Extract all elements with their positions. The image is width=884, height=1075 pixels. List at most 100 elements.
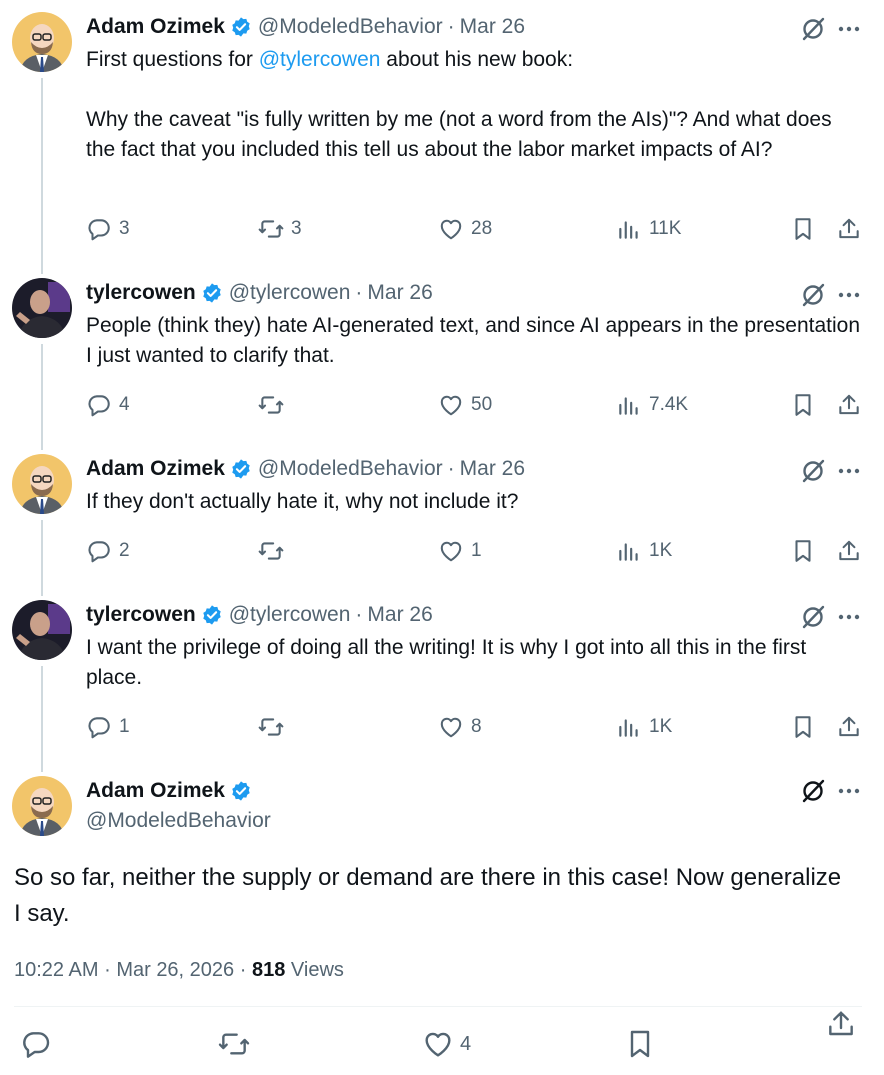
bookmark-button[interactable] <box>790 712 816 742</box>
grok-icon[interactable] <box>800 604 826 630</box>
views-count: 7.4K <box>649 394 689 415</box>
author-handle[interactable]: @ModeledBehavior <box>86 806 271 836</box>
views-count: 818 <box>251 959 286 981</box>
thread-post[interactable]: tylercowen @tylercowen · Mar 26 I want t… <box>0 588 884 764</box>
like-button[interactable]: 8 <box>438 712 482 742</box>
bookmark-button[interactable] <box>790 390 816 420</box>
author-handle[interactable]: @tylercowen <box>229 603 351 627</box>
avatar[interactable] <box>12 278 72 338</box>
bookmark-button[interactable] <box>624 1028 656 1060</box>
views-label: Views <box>290 959 344 981</box>
repost-button[interactable] <box>258 712 291 742</box>
post-time[interactable]: 10:22 AM <box>14 959 99 981</box>
reply-button[interactable]: 1 <box>86 712 130 742</box>
reply-button[interactable]: 4 <box>86 390 130 420</box>
share-button[interactable] <box>836 214 862 244</box>
repost-button[interactable] <box>218 1028 250 1060</box>
avatar[interactable] <box>12 12 72 72</box>
repost-button[interactable]: 3 <box>258 214 302 244</box>
post-actions: 2 1 1K <box>86 536 862 566</box>
author-handle[interactable]: @ModeledBehavior <box>258 15 443 39</box>
separator-dot: · <box>355 281 363 304</box>
bookmark-icon <box>795 540 811 562</box>
reply-button[interactable]: 3 <box>86 214 130 244</box>
reply-button[interactable] <box>20 1028 52 1060</box>
like-button[interactable]: 50 <box>438 390 492 420</box>
views-icon <box>619 543 638 561</box>
post-date[interactable]: Mar 26 <box>460 15 525 39</box>
grok-icon[interactable] <box>800 16 826 42</box>
like-button[interactable]: 28 <box>438 214 492 244</box>
like-button[interactable]: 4 <box>422 1028 471 1060</box>
avatar[interactable] <box>12 600 72 660</box>
repost-icon <box>258 396 284 414</box>
more-icon[interactable] <box>836 604 862 630</box>
author-handle[interactable]: @tylercowen <box>229 281 351 305</box>
repost-button[interactable] <box>258 536 291 566</box>
share-button[interactable] <box>836 390 862 420</box>
views-button[interactable]: 7.4K <box>616 390 688 420</box>
views-button[interactable]: 1K <box>616 536 672 566</box>
more-icon[interactable] <box>836 282 862 308</box>
share-button[interactable] <box>825 1008 857 1040</box>
thread-post[interactable]: tylercowen @tylercowen · Mar 26 People (… <box>0 266 884 442</box>
avatar[interactable] <box>12 454 72 514</box>
repost-button[interactable] <box>258 390 291 420</box>
post-header: tylercowen @tylercowen · Mar 26 <box>86 600 433 630</box>
bookmark-button[interactable] <box>790 536 816 566</box>
grok-icon[interactable] <box>800 282 826 308</box>
bookmark-button[interactable] <box>790 214 816 244</box>
post-header: Adam Ozimek @ModeledBehavior · Mar 26 <box>86 12 525 42</box>
post-actions: 3 3 28 11K <box>86 214 862 244</box>
avatar[interactable] <box>12 776 72 836</box>
post-header: tylercowen @tylercowen · Mar 26 <box>86 278 433 308</box>
verified-badge-icon <box>232 459 250 479</box>
like-button[interactable]: 1 <box>438 536 482 566</box>
post-date[interactable]: Mar 26 <box>367 281 432 305</box>
grok-icon[interactable] <box>800 778 826 804</box>
grok-icon[interactable] <box>800 458 826 484</box>
author-name[interactable]: tylercowen <box>86 603 196 627</box>
views-count: 11K <box>649 218 682 239</box>
reply-count: 1 <box>119 716 130 737</box>
like-count: 50 <box>471 394 493 415</box>
post-text: I want the privilege of doing all the wr… <box>86 636 807 689</box>
post-full-date[interactable]: Mar 26, 2026 <box>116 959 234 981</box>
post-date[interactable]: Mar 26 <box>460 457 525 481</box>
reply-button[interactable]: 2 <box>86 536 130 566</box>
author-name[interactable]: tylercowen <box>86 281 196 305</box>
thread-post[interactable]: Adam Ozimek @ModeledBehavior · Mar 26 Fi… <box>0 0 884 266</box>
post-date[interactable]: Mar 26 <box>367 603 432 627</box>
like-count: 28 <box>471 218 493 239</box>
author-name[interactable]: Adam Ozimek <box>86 15 225 39</box>
views-count: 1K <box>649 716 673 737</box>
share-button[interactable] <box>836 712 862 742</box>
more-icon[interactable] <box>836 778 862 804</box>
repost-icon <box>218 1033 250 1055</box>
author-name[interactable]: Adam Ozimek <box>86 457 225 481</box>
like-icon <box>425 1032 451 1057</box>
bookmark-icon <box>795 218 811 240</box>
like-icon <box>440 717 462 738</box>
mention-link[interactable]: @tylercowen <box>259 48 381 71</box>
more-icon[interactable] <box>836 16 862 42</box>
more-icon[interactable] <box>836 458 862 484</box>
share-icon <box>839 540 859 561</box>
divider <box>14 1006 862 1007</box>
views-icon <box>619 719 638 737</box>
thread-post[interactable]: Adam Ozimek @ModeledBehavior · Mar 26 If… <box>0 442 884 588</box>
like-icon <box>440 395 462 416</box>
views-button[interactable]: 1K <box>616 712 672 742</box>
post-header: Adam Ozimek @ModeledBehavior · Mar 26 <box>86 454 525 484</box>
verified-badge-icon <box>203 605 221 625</box>
like-count: 4 <box>460 1032 472 1055</box>
views-icon <box>619 397 638 415</box>
author-handle[interactable]: @ModeledBehavior <box>258 457 443 481</box>
author-name[interactable]: Adam Ozimek <box>86 779 225 803</box>
post-text: People (think they) hate AI-generated te… <box>86 314 861 367</box>
share-button[interactable] <box>836 536 862 566</box>
views-button[interactable]: 11K <box>616 214 681 244</box>
post-text-part: First questions for <box>86 48 259 71</box>
post-text: If they don't actually hate it, why not … <box>86 490 519 513</box>
post-text-paragraph: Why the caveat "is fully written by me (… <box>86 108 832 161</box>
